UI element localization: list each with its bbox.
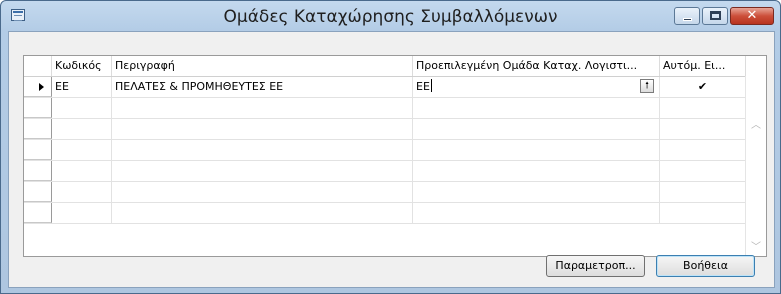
table-row-empty[interactable] bbox=[24, 203, 746, 224]
column-header-default-group[interactable]: Προεπιλεγμένη Ομάδα Καταχ. Λογιστι... bbox=[413, 56, 660, 76]
lookup-arrow-icon[interactable]: 🠕 bbox=[640, 79, 654, 93]
column-header-description[interactable]: Περιγραφή bbox=[112, 56, 413, 76]
close-button[interactable]: ✕ bbox=[730, 7, 774, 25]
text-cursor bbox=[430, 79, 432, 92]
setup-button[interactable]: Παραμετροπ... bbox=[546, 255, 645, 277]
scroll-up-arrow-icon[interactable]: ︿ bbox=[751, 116, 761, 131]
dialog-body: Κωδικός Περιγραφή Προεπιλεγμένη Ομάδα Κα… bbox=[8, 31, 775, 288]
table-row[interactable]: ΕΕ ΠΕΛΑΤΕΣ & ΠΡΟΜΗΘΕΥΤΕΣ ΕΕ ΕΕ 🠕 ✔ bbox=[24, 77, 746, 98]
minimize-button[interactable] bbox=[674, 7, 700, 25]
table-row-empty[interactable] bbox=[24, 140, 746, 161]
scroll-down-arrow-icon[interactable]: ﹀ bbox=[751, 238, 761, 253]
cell-code[interactable]: ΕΕ bbox=[52, 77, 112, 97]
title-bar[interactable]: Ομάδες Καταχώρησης Συμβαλλόμενων ✕ bbox=[1, 1, 780, 31]
cell-default-group[interactable]: ΕΕ 🠕 bbox=[413, 77, 660, 97]
cell-default-group-value[interactable]: ΕΕ bbox=[416, 80, 430, 93]
minimize-icon bbox=[683, 18, 692, 21]
posting-groups-grid[interactable]: Κωδικός Περιγραφή Προεπιλεγμένη Ομάδα Κα… bbox=[23, 55, 767, 257]
cell-description[interactable]: ΠΕΛΑΤΕΣ & ΠΡΟΜΗΘΕΥΤΕΣ ΕΕ bbox=[112, 77, 413, 97]
maximize-icon bbox=[710, 11, 721, 20]
window-controls: ✕ bbox=[672, 7, 774, 27]
header-selector-corner bbox=[24, 56, 52, 76]
column-header-code[interactable]: Κωδικός bbox=[52, 56, 112, 76]
dialog-window: Ομάδες Καταχώρησης Συμβαλλόμενων ✕ Κωδικ… bbox=[0, 0, 781, 294]
window-title: Ομάδες Καταχώρησης Συμβαλλόμενων bbox=[223, 7, 558, 27]
table-row-empty[interactable] bbox=[24, 98, 746, 119]
cell-auto-checkmark[interactable]: ✔ bbox=[660, 77, 746, 97]
column-header-auto[interactable]: Αυτόμ. Ει... bbox=[660, 56, 746, 76]
table-row-empty[interactable] bbox=[24, 119, 746, 140]
help-button[interactable]: Βοήθεια bbox=[656, 255, 755, 277]
vertical-scrollbar[interactable]: ︿ ﹀ bbox=[745, 76, 766, 256]
maximize-button[interactable] bbox=[702, 7, 728, 25]
grid-header: Κωδικός Περιγραφή Προεπιλεγμένη Ομάδα Κα… bbox=[24, 56, 766, 77]
close-icon: ✕ bbox=[746, 8, 758, 23]
table-row-empty[interactable] bbox=[24, 161, 746, 182]
table-row-empty[interactable] bbox=[24, 182, 746, 203]
